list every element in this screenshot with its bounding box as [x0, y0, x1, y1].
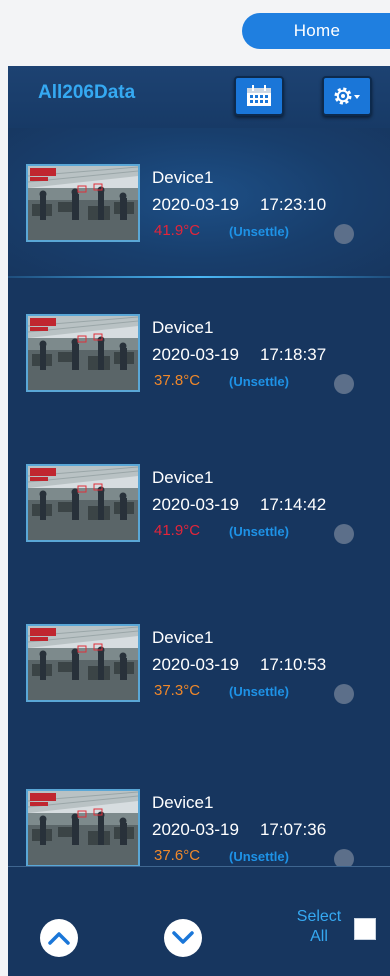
- record-datetime: 2020-03-19 17:18:37: [152, 345, 326, 365]
- record-time: 17:10:53: [259, 655, 327, 674]
- calendar-button[interactable]: [234, 76, 284, 116]
- settings-button[interactable]: [322, 76, 372, 116]
- record-date: 2020-03-19: [152, 655, 239, 674]
- record-date: 2020-03-19: [152, 195, 239, 214]
- record-datetime: 2020-03-19 17:07:36: [152, 820, 326, 840]
- record-item[interactable]: Device1 2020-03-19 17:18:37 37.8°C (Unsettle…: [8, 278, 390, 428]
- snapshot-thumbnail[interactable]: [26, 314, 140, 392]
- snapshot-thumbnail[interactable]: [26, 789, 140, 867]
- status-badge: (Unsettle): [229, 524, 289, 539]
- record-time: 17:07:36: [259, 820, 327, 839]
- page-down-button[interactable]: [164, 919, 202, 957]
- temperature-reading: 37.6°C: [154, 847, 201, 864]
- record-item[interactable]: Device1 2020-03-19 17:23:10 41.9°C (Unsettle…: [8, 128, 390, 278]
- record-datetime: 2020-03-19 17:10:53: [152, 655, 326, 675]
- device-name: Device1: [152, 628, 214, 647]
- record-item[interactable]: Device1 2020-03-19 17:10:53 37.3°C (Unsettle…: [8, 588, 390, 738]
- temperature-reading: 37.8°C: [154, 372, 201, 389]
- device-name: Device1: [152, 318, 214, 337]
- panel-header: All206Data: [8, 66, 390, 129]
- record-datetime: 2020-03-19 17:23:10: [152, 195, 326, 215]
- record-select-radio[interactable]: [334, 524, 354, 544]
- device-name: Device1: [152, 168, 214, 187]
- top-bar: Home: [0, 0, 390, 62]
- caret-down-icon: [354, 95, 360, 99]
- page-up-button[interactable]: [40, 919, 78, 957]
- gear-icon: [334, 87, 360, 105]
- record-date: 2020-03-19: [152, 820, 239, 839]
- record-select-radio[interactable]: [334, 224, 354, 244]
- status-badge: (Unsettle): [229, 849, 289, 864]
- snapshot-thumbnail[interactable]: [26, 464, 140, 542]
- records-panel: All206Data Device1 2020-03-19 17:23:10 4…: [8, 66, 390, 976]
- record-select-radio[interactable]: [334, 374, 354, 394]
- temperature-reading: 41.9°C: [154, 222, 201, 239]
- record-item[interactable]: Device1 2020-03-19 17:14:42 41.9°C (Unsettle…: [8, 428, 390, 578]
- device-name: Device1: [152, 468, 214, 487]
- record-select-radio[interactable]: [334, 684, 354, 704]
- status-badge: (Unsettle): [229, 224, 289, 239]
- footer-bar: Select All: [8, 866, 390, 976]
- temperature-reading: 41.9°C: [154, 522, 201, 539]
- chevron-down-icon: [172, 931, 194, 944]
- record-date: 2020-03-19: [152, 495, 239, 514]
- device-name: Device1: [152, 793, 214, 812]
- temperature-reading: 37.3°C: [154, 682, 201, 699]
- select-all-label[interactable]: Select All: [288, 907, 350, 947]
- record-date: 2020-03-19: [152, 345, 239, 364]
- select-all-checkbox[interactable]: [354, 918, 376, 940]
- snapshot-thumbnail[interactable]: [26, 164, 140, 242]
- status-badge: (Unsettle): [229, 374, 289, 389]
- status-badge: (Unsettle): [229, 684, 289, 699]
- record-datetime: 2020-03-19 17:14:42: [152, 495, 326, 515]
- calendar-icon: [247, 85, 271, 106]
- snapshot-thumbnail[interactable]: [26, 624, 140, 702]
- chevron-up-icon: [48, 932, 70, 945]
- record-time: 17:18:37: [259, 345, 327, 364]
- panel-title: All206Data: [38, 82, 136, 103]
- record-time: 17:14:42: [259, 495, 327, 514]
- record-time: 17:23:10: [259, 195, 327, 214]
- home-button[interactable]: Home: [242, 13, 390, 49]
